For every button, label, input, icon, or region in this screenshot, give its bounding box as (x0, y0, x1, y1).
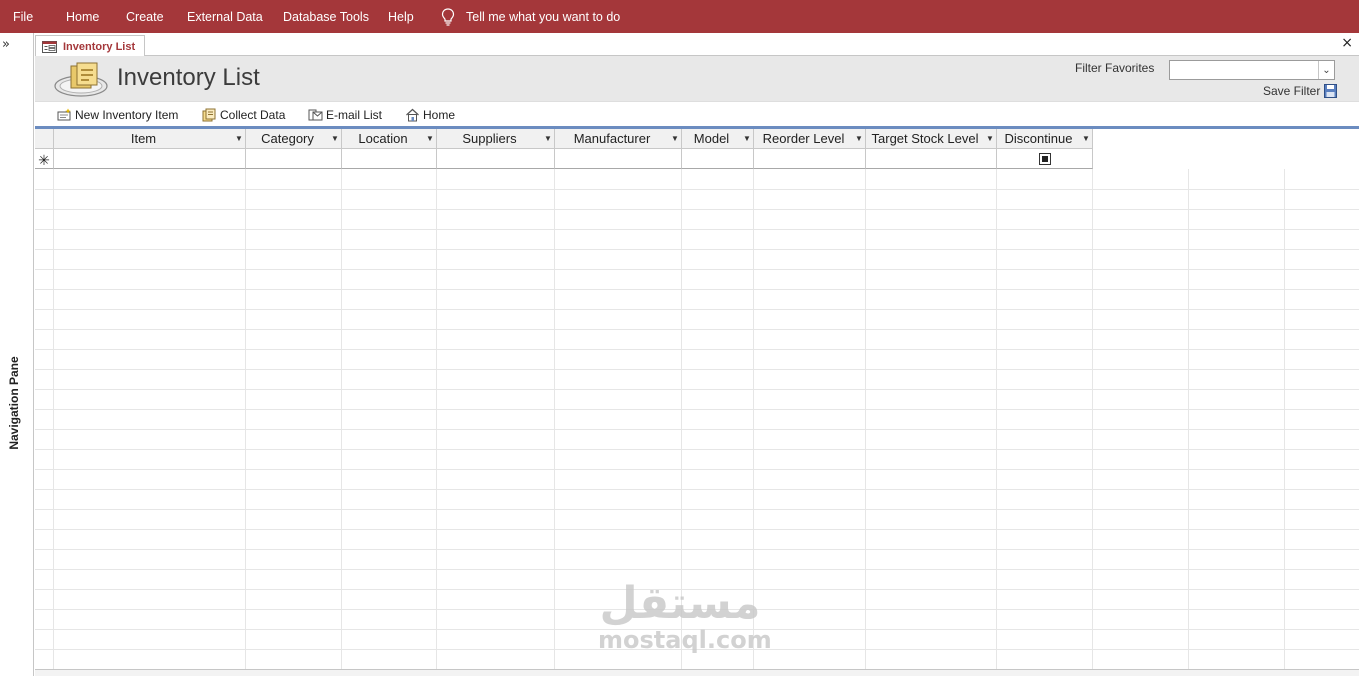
menu-external-data[interactable]: External Data (187, 0, 263, 33)
form-icon (42, 40, 57, 53)
save-disk-icon (1324, 84, 1338, 98)
filter-favorites-dropdown[interactable]: ⌄ (1169, 60, 1335, 80)
column-header-reorder-level[interactable]: Reorder Level ▼ (754, 129, 866, 149)
column-header-target-stock-level[interactable]: Target Stock Level ▼ (866, 129, 997, 149)
menu-database-tools[interactable]: Database Tools (283, 0, 369, 33)
email-icon (308, 109, 323, 121)
column-label: Suppliers (462, 131, 517, 146)
discontinue-checkbox[interactable] (1039, 153, 1051, 165)
close-icon[interactable]: × (1341, 35, 1353, 51)
access-window: File Home Create External Data Database … (0, 0, 1359, 676)
collect-data-icon (202, 108, 216, 122)
menu-home[interactable]: Home (66, 0, 99, 33)
save-filter-label: Save Filter (1263, 84, 1321, 98)
sort-filter-arrow-icon[interactable]: ▼ (853, 134, 865, 143)
command-label: Home (423, 108, 456, 122)
new-discontinue-cell[interactable] (997, 149, 1093, 169)
ribbon-menu-bar: File Home Create External Data Database … (0, 0, 1359, 33)
column-label: Discontinue (1004, 131, 1073, 146)
new-inventory-item-button[interactable]: New Inventory Item (57, 105, 178, 125)
watermark-latin: mostaql.com (598, 626, 772, 654)
form-header: Inventory List Filter Favorites ⌄ Save F… (35, 56, 1359, 101)
document-tab-row: Inventory List × (35, 33, 1359, 57)
sort-filter-arrow-icon[interactable]: ▼ (542, 134, 554, 143)
new-record-icon (57, 108, 71, 121)
new-location-cell[interactable] (342, 149, 437, 169)
new-category-cell[interactable] (246, 149, 342, 169)
email-list-button[interactable]: E-mail List (308, 105, 382, 125)
sort-filter-arrow-icon[interactable]: ▼ (669, 134, 681, 143)
column-header-item[interactable]: Item ▼ (54, 129, 246, 149)
column-header-row: Item ▼ Category ▼ Location ▼ Suppliers ▼ Man… (35, 129, 1359, 149)
menu-create[interactable]: Create (126, 0, 164, 33)
sort-filter-arrow-icon[interactable]: ▼ (1080, 134, 1092, 143)
new-record-row[interactable] (35, 149, 1093, 169)
inventory-form-logo-icon (54, 62, 108, 97)
expand-chevron-icon[interactable]: » (2, 37, 10, 52)
column-header-manufacturer[interactable]: Manufacturer ▼ (555, 129, 682, 149)
column-label: Model (693, 131, 730, 146)
column-header-discontinue[interactable]: Discontinue ▼ (997, 129, 1093, 149)
home-icon (406, 108, 419, 122)
watermark: مستقل mostaql.com (598, 578, 772, 664)
new-reorder-level-cell[interactable] (754, 149, 866, 169)
navigation-pane[interactable]: » Navigation Pane (0, 33, 34, 676)
tell-me-label: Tell me what you want to do (466, 9, 621, 24)
tab-inventory-list[interactable]: Inventory List (35, 35, 145, 57)
menu-help[interactable]: Help (388, 0, 414, 33)
column-label: Manufacturer (573, 131, 651, 146)
column-label: Target Stock Level (871, 131, 979, 146)
command-label: E-mail List (326, 108, 383, 122)
new-target-stock-level-cell[interactable] (866, 149, 997, 169)
lightbulb-icon (441, 7, 455, 26)
collect-data-button[interactable]: Collect Data (202, 105, 285, 125)
column-label: Item (130, 131, 157, 146)
column-label: Category (261, 131, 314, 146)
filter-favorites-label: Filter Favorites (1075, 61, 1155, 75)
command-label: Collect Data (220, 108, 286, 122)
new-suppliers-cell[interactable] (437, 149, 555, 169)
navigation-pane-label[interactable]: Navigation Pane (7, 356, 21, 449)
tell-me-search[interactable]: Tell me what you want to do (440, 0, 620, 33)
chevron-down-icon[interactable]: ⌄ (1318, 61, 1334, 79)
sort-filter-arrow-icon[interactable]: ▼ (984, 134, 996, 143)
menu-file[interactable]: File (13, 0, 33, 33)
command-label: New Inventory Item (75, 108, 179, 122)
sort-filter-arrow-icon[interactable]: ▼ (329, 134, 341, 143)
form-title: Inventory List (117, 64, 260, 91)
select-all-corner[interactable] (35, 129, 54, 149)
new-item-cell[interactable] (54, 149, 246, 169)
record-navigation-bar[interactable] (35, 669, 1359, 676)
sort-filter-arrow-icon[interactable]: ▼ (424, 134, 436, 143)
home-button[interactable]: Home (405, 105, 455, 125)
command-bar: New Inventory Item Collect Data E-mail L… (35, 101, 1359, 126)
column-header-model[interactable]: Model ▼ (682, 129, 754, 149)
column-header-suppliers[interactable]: Suppliers ▼ (437, 129, 555, 149)
tab-label: Inventory List (63, 40, 136, 53)
new-manufacturer-cell[interactable] (555, 149, 682, 169)
save-filter-button[interactable]: Save Filter (1263, 84, 1338, 98)
watermark-arabic: مستقل (599, 578, 761, 629)
sort-filter-arrow-icon[interactable]: ▼ (233, 134, 245, 143)
new-model-cell[interactable] (682, 149, 754, 169)
column-label: Reorder Level (762, 131, 845, 146)
column-header-location[interactable]: Location ▼ (342, 129, 437, 149)
sort-filter-arrow-icon[interactable]: ▼ (741, 134, 753, 143)
column-header-category[interactable]: Category ▼ (246, 129, 342, 149)
column-label: Location (358, 131, 408, 146)
